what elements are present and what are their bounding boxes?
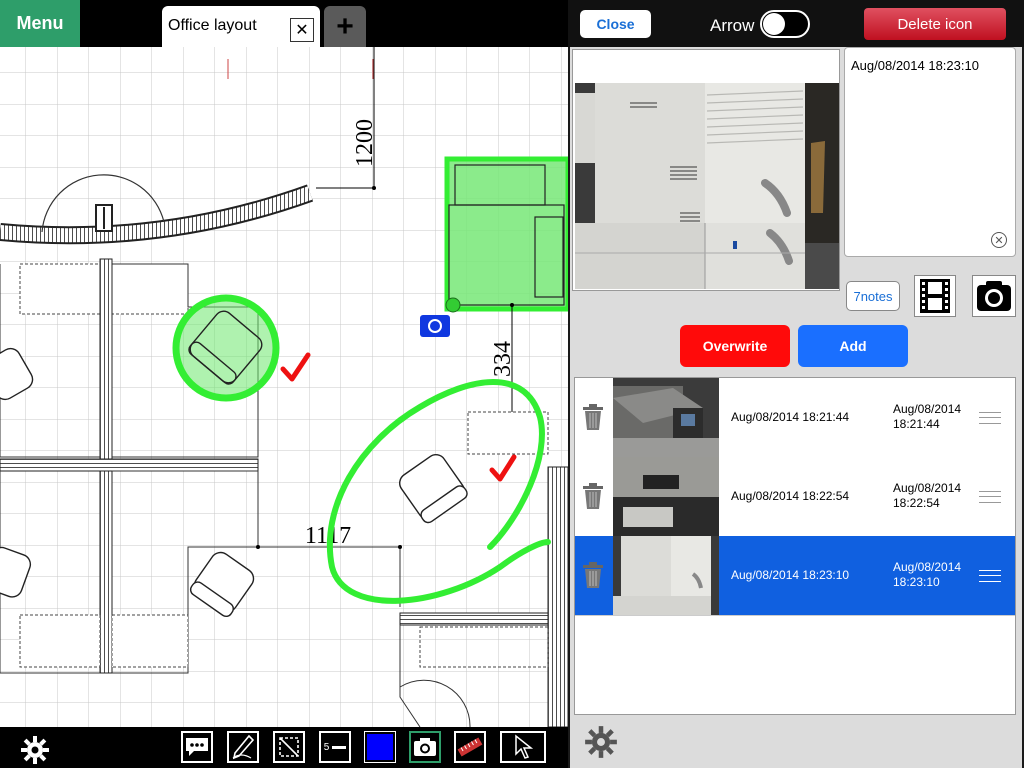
settings-gear-icon[interactable] [20, 735, 50, 765]
line-width-icon [332, 745, 347, 749]
copier-photo [575, 83, 839, 289]
ruler-icon [457, 737, 483, 757]
arrow-toggle[interactable] [760, 10, 810, 38]
drag-handle-icon[interactable] [979, 412, 1001, 424]
tab-office-layout[interactable]: Office layout ✕ [162, 6, 320, 47]
overwrite-button[interactable]: Overwrite [680, 325, 790, 367]
photo-thumbnail [613, 378, 719, 457]
line-width-button[interactable]: 5 [319, 731, 351, 763]
speech-bubble-icon [186, 738, 208, 756]
line-width-value: 5 [323, 741, 330, 753]
row-date-secondary: Aug/08/2014 18:22:54 [893, 481, 962, 510]
row-date: Aug/08/2014 18:23:10 [731, 568, 850, 582]
tab-label: Office layout [168, 17, 257, 34]
trash-icon[interactable] [581, 403, 605, 431]
photo-preview[interactable] [572, 49, 840, 291]
add-button[interactable]: Add [798, 325, 908, 367]
photo-thumbnail [613, 457, 719, 536]
list-item-selected[interactable]: Aug/08/2014 18:23:10 Aug/08/2014 18:23:1… [575, 536, 1015, 616]
pointer-arrow-icon [515, 734, 534, 759]
film-strip-icon [920, 279, 950, 313]
drag-handle-icon[interactable] [979, 491, 1001, 503]
dimension-label: 334 [490, 341, 516, 377]
row-date: Aug/08/2014 18:22:54 [731, 489, 850, 503]
panel-body: Aug/08/2014 18:23:10 ✕ 7notes Overwrite … [570, 47, 1022, 768]
delete-icon-button[interactable]: Delete icon [864, 8, 1006, 40]
rectangle-tool-button[interactable] [273, 731, 305, 763]
add-tab-button[interactable]: + [324, 6, 366, 47]
list-item[interactable]: Aug/08/2014 18:22:54 Aug/08/2014 18:22:5… [575, 457, 1015, 537]
note-textarea[interactable]: Aug/08/2014 18:23:10 ✕ [844, 47, 1016, 257]
arrow-label: Arrow [710, 16, 755, 35]
take-photo-button[interactable] [972, 275, 1016, 317]
close-button[interactable]: Close [580, 10, 651, 38]
camera-tool-button[interactable] [409, 731, 441, 763]
dimension-label: 1200 [352, 119, 378, 167]
pen-tool-button[interactable] [227, 731, 259, 763]
row-date-secondary: Aug/08/2014 18:23:10 [893, 560, 962, 589]
trash-icon[interactable] [581, 561, 605, 589]
menu-button[interactable]: Menu [0, 0, 80, 47]
drag-handle-icon[interactable] [979, 570, 1001, 582]
note-text: Aug/08/2014 18:23:10 [851, 58, 979, 73]
color-swatch-button[interactable] [364, 731, 396, 763]
comment-tool-button[interactable] [181, 731, 213, 763]
toggle-knob [763, 13, 785, 35]
camera-icon [977, 281, 1011, 311]
panel-settings-gear-icon[interactable] [584, 725, 618, 759]
floor-plan-canvas[interactable]: 1200 334 1117 [0, 47, 568, 727]
pointer-tool-button[interactable] [500, 731, 546, 763]
rectangle-icon [279, 737, 299, 757]
camera-icon [414, 738, 436, 756]
7notes-button[interactable]: 7notes [846, 281, 900, 311]
panel-header: Close Arrow Delete icon [568, 0, 1024, 47]
clear-note-button[interactable]: ✕ [991, 232, 1007, 248]
pen-icon [232, 734, 255, 760]
color-swatch [367, 734, 393, 760]
row-date: Aug/08/2014 18:21:44 [731, 410, 850, 424]
photo-thumbnail [613, 536, 719, 615]
camera-marker-icon[interactable] [420, 315, 450, 337]
photo-list[interactable]: Aug/08/2014 18:21:44 Aug/08/2014 18:21:4… [574, 377, 1016, 715]
ruler-tool-button[interactable] [454, 731, 486, 763]
row-date-secondary: Aug/08/2014 18:21:44 [893, 402, 962, 431]
floor-plan: 1200 334 1117 [0, 47, 568, 727]
bottom-toolbar: 5 [0, 727, 568, 768]
list-item[interactable]: Aug/08/2014 18:21:44 Aug/08/2014 18:21:4… [575, 378, 1015, 458]
tab-close-button[interactable]: ✕ [290, 18, 314, 42]
photo-note-panel: Close Arrow Delete icon Aug/08/2014 18:2… [568, 0, 1024, 768]
video-button[interactable] [914, 275, 956, 317]
trash-icon[interactable] [581, 482, 605, 510]
top-bar: Menu Office layout ✕ + [0, 0, 568, 47]
